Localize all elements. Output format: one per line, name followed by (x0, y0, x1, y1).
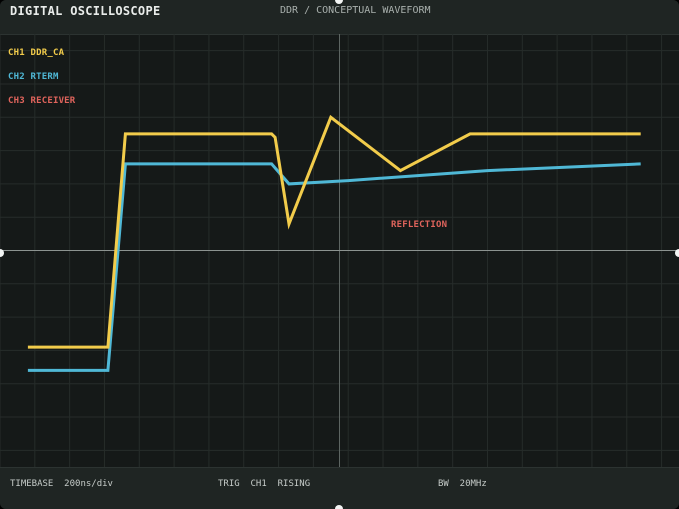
trigger-level-marker-right[interactable] (675, 249, 679, 257)
timebase-readout[interactable]: TIMEBASE 200ns/div (10, 479, 113, 489)
legend-ch1[interactable]: CH1 DDR_CA (8, 48, 64, 58)
legend-ch2[interactable]: CH2 RTERM (8, 72, 59, 82)
horizontal-position-marker-bottom[interactable] (335, 505, 343, 509)
reflection-annotation: REFLECTION (391, 220, 448, 230)
app-title: DIGITAL OSCILLOSCOPE (10, 4, 161, 18)
legend-ch3[interactable]: CH3 RECEIVER (8, 96, 75, 106)
header-bar: DIGITAL OSCILLOSCOPE DDR / CONCEPTUAL WA… (0, 0, 679, 35)
trigger-readout[interactable]: TRIG CH1 RISING (218, 479, 310, 489)
waveform-display[interactable] (0, 34, 679, 467)
waveform-subtitle: DDR / CONCEPTUAL WAVEFORM (280, 5, 431, 16)
oscilloscope-window: DIGITAL OSCILLOSCOPE DDR / CONCEPTUAL WA… (0, 0, 679, 509)
bandwidth-readout[interactable]: BW 20MHz (438, 479, 487, 489)
status-bar: TIMEBASE 200ns/div TRIG CH1 RISING BW 20… (0, 467, 679, 509)
